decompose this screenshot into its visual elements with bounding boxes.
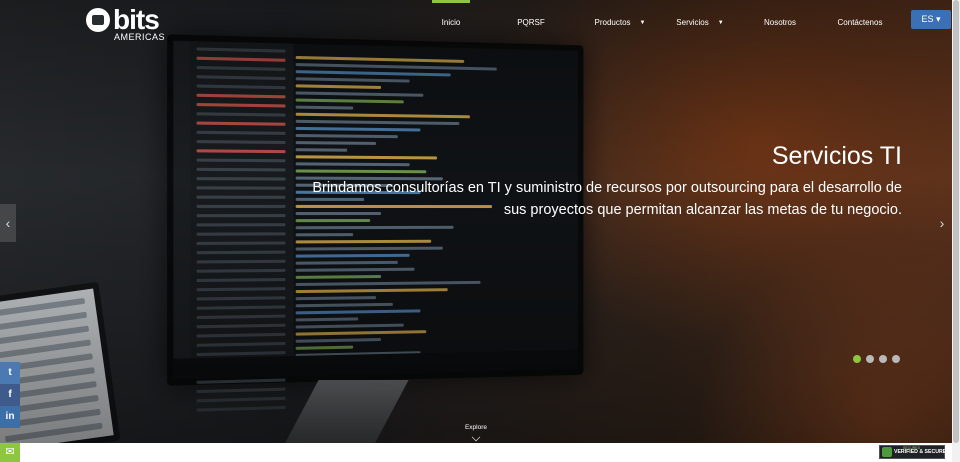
nav-item-label: Nosotros [764,18,796,27]
security-badge[interactable]: SECURED VERIFIED & SECURED [879,445,945,459]
mail-icon[interactable]: ✉ [0,443,20,462]
chevron-down-icon: ▼ [718,0,724,46]
hero-slider [0,0,952,443]
facebook-icon[interactable]: f [0,384,20,406]
linkedin-icon[interactable]: in [0,406,20,428]
nav-item-label: Servicios [676,18,708,27]
nav-item-contactenos[interactable]: Contáctenos [820,0,900,44]
nav-item-pqrsf[interactable]: PQRSF [482,0,580,44]
nav-item-productos[interactable]: Productos ▼ [580,0,660,44]
slider-dot[interactable] [879,355,887,363]
slider-dot[interactable] [866,355,874,363]
shield-icon [882,447,892,457]
slider-next-button[interactable]: › [934,204,950,242]
nav-item-servicios[interactable]: Servicios ▼ [660,0,740,44]
badge-label: VERIFIED & SECURED [894,449,950,455]
nav-item-label: Inicio [442,18,461,27]
slider-prev-button[interactable]: ‹ [0,204,16,242]
language-selector[interactable]: ES ▾ [911,10,951,29]
logo-subtitle: AMERICAS [114,32,165,42]
nav-item-label: Contáctenos [838,18,883,27]
slide-description: Brindamos consultorías en TI y suministr… [290,177,902,221]
slider-dot[interactable] [892,355,900,363]
scrollbar-thumb[interactable] [953,0,959,443]
explore-link[interactable]: Explore [456,424,496,431]
nav-item-label: Productos [595,18,631,27]
logo-icon [86,8,110,32]
twitter-icon[interactable]: t [0,362,20,384]
brand-logo[interactable]: bits AMERICAS [86,8,176,44]
chevron-down-icon: ▼ [640,0,646,46]
slider-dot[interactable] [853,355,861,363]
main-nav: Inicio PQRSF Productos ▼ Servicios ▼ Nosot… [420,0,900,44]
nav-item-inicio[interactable]: Inicio [420,0,482,44]
slide-title: Servicios TI [772,142,902,171]
nav-item-nosotros[interactable]: Nosotros [740,0,820,44]
slider-pagination [853,355,905,363]
nav-item-label: PQRSF [517,18,545,27]
social-bar: t f in [0,362,20,428]
